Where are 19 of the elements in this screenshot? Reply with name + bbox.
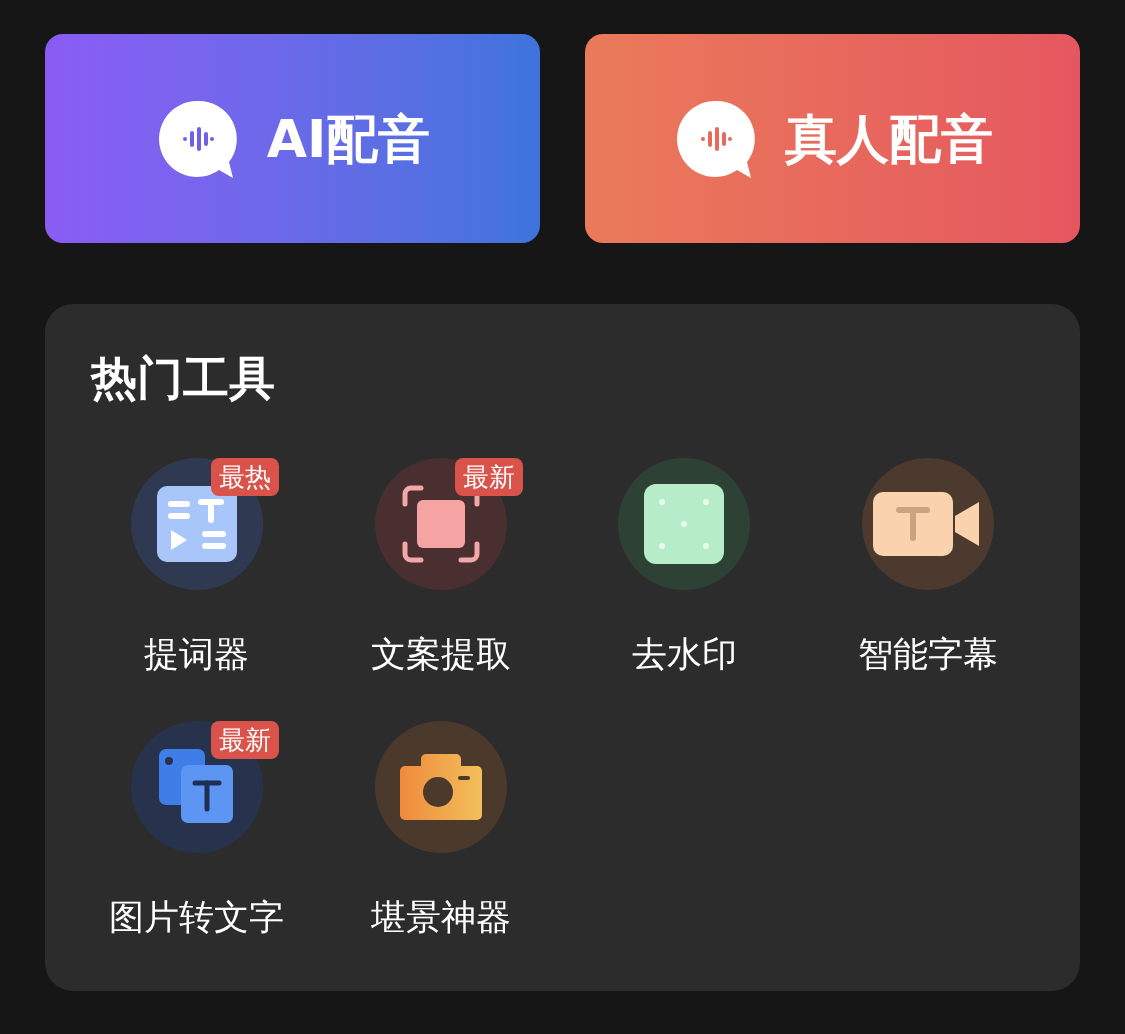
dubbing-button[interactable]: AI配音 (45, 34, 540, 243)
tool-item[interactable]: 最新 文案提取 (318, 458, 563, 681)
tool-item[interactable]: 堪景神器 (318, 720, 563, 943)
tool-item[interactable]: 最热 提词器 (75, 458, 319, 681)
tool-label: 提词器 (144, 633, 250, 676)
tool-item[interactable]: 最新 图片转文字 (75, 720, 319, 943)
tool-item[interactable]: 去水印 (562, 458, 807, 681)
tool-badge: 最新 (454, 458, 523, 496)
tool-item[interactable]: 智能字幕 (806, 458, 1050, 681)
tool-label: 图片转文字 (109, 895, 285, 939)
section-title: 热门工具 (89, 350, 276, 407)
tool-badge: 最热 (210, 458, 279, 496)
tool-label: 智能字幕 (858, 633, 999, 676)
tool-badge: 最新 (210, 720, 279, 759)
tool-label: 文案提取 (370, 633, 511, 676)
sparkle-square-icon (644, 484, 725, 564)
tool-label: 堪景神器 (370, 895, 511, 939)
tool-label: 去水印 (631, 633, 737, 676)
camera-icon (399, 753, 482, 820)
